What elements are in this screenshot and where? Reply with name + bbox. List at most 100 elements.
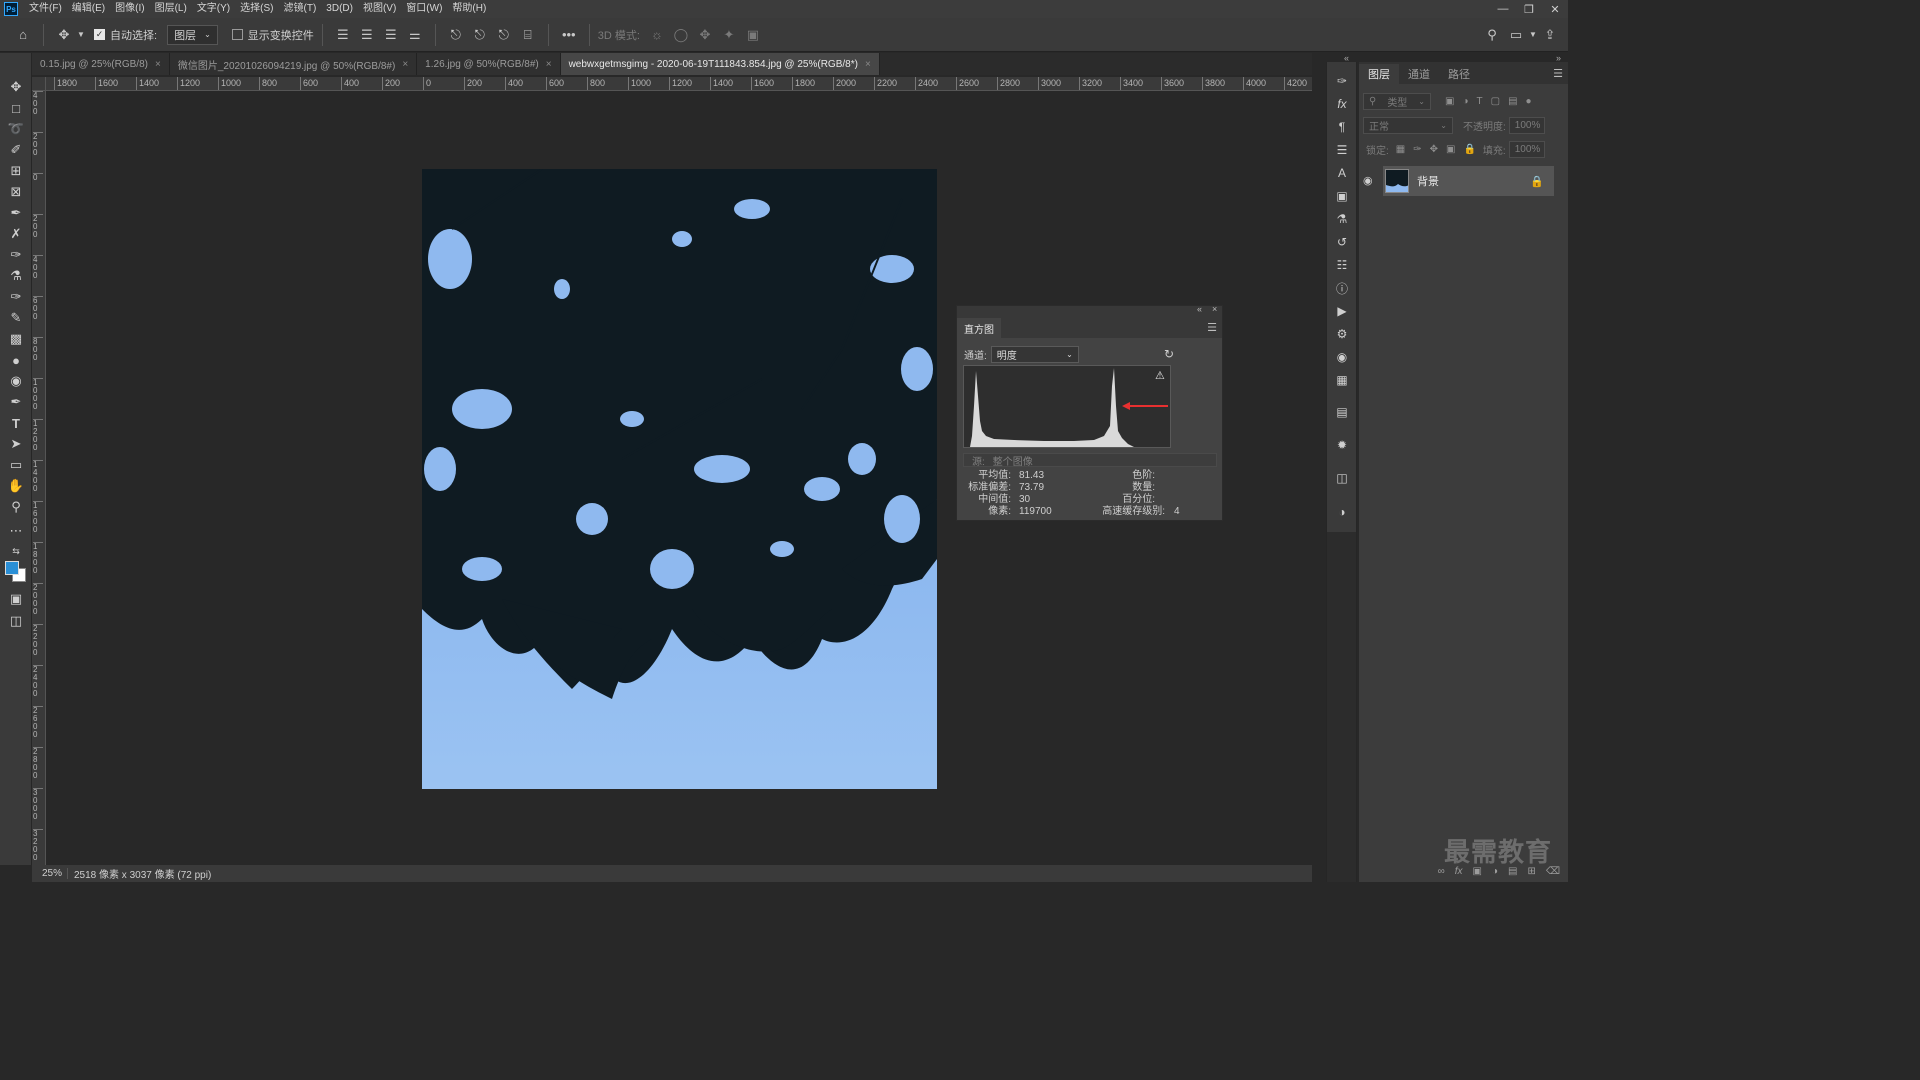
paragraph-icon[interactable]: ¶ — [1332, 118, 1352, 136]
swatches-icon[interactable]: ▦ — [1332, 371, 1352, 389]
channel-dropdown[interactable]: 明度 ⌄ — [990, 346, 1079, 363]
menu-3d[interactable]: 3D(D) — [321, 0, 358, 18]
document-tab[interactable]: 0.15.jpg @ 25%(RGB/8) × — [32, 53, 170, 75]
fill-input[interactable]: 100% — [1508, 140, 1545, 158]
close-panel-icon[interactable]: × — [1212, 304, 1217, 314]
move-tool-icon[interactable]: ✥ — [53, 23, 75, 47]
blend-mode-dropdown[interactable]: 正常 ⌄ — [1363, 116, 1453, 134]
checkbox-checked-icon[interactable]: ✓ — [94, 29, 105, 40]
menu-select[interactable]: 选择(S) — [235, 0, 278, 18]
document-tab-active[interactable]: webwxgetmsgimg - 2020-06-19T111843.854.j… — [560, 53, 880, 75]
styles-fx-icon[interactable]: fx — [1332, 95, 1352, 113]
lock-position-icon[interactable]: ✥ — [1430, 144, 1438, 155]
brush-settings-icon[interactable]: ✑ — [1332, 72, 1352, 90]
filter-smart-object-icon[interactable]: ▤ — [1508, 96, 1517, 107]
type-tool-icon[interactable]: T — [5, 413, 27, 433]
blur-tool-icon[interactable]: ● — [5, 350, 27, 370]
menu-view[interactable]: 视图(V) — [358, 0, 401, 18]
close-tab-icon[interactable]: × — [865, 59, 871, 70]
scale-3d-icon[interactable]: ▣ — [742, 23, 764, 47]
lock-image-icon[interactable]: ✑ — [1413, 144, 1421, 155]
tab-layers[interactable]: 图层 — [1359, 64, 1399, 84]
close-icon[interactable]: ✕ — [1542, 0, 1568, 18]
gradient-tool-icon[interactable]: ▩ — [5, 329, 27, 349]
orbit-3d-icon[interactable]: ☼ — [646, 23, 668, 47]
quick-mask-icon[interactable]: ▣ — [5, 589, 27, 609]
source-dropdown[interactable]: 整个图像 — [993, 453, 1033, 468]
cache-warning-icon[interactable]: ⚠ — [1155, 369, 1165, 382]
filter-pixel-icon[interactable]: ▣ — [1445, 96, 1454, 107]
filter-shape-icon[interactable]: ▢ — [1491, 96, 1500, 107]
minimize-icon[interactable]: — — [1490, 0, 1516, 18]
menu-edit[interactable]: 编辑(E) — [67, 0, 110, 18]
ruler-origin[interactable] — [32, 77, 46, 91]
vertical-ruler[interactable]: 4 0 0 2 0 0 0 2 0 0 4 0 0 6 0 0 8 0 0 1 0 0 0 1 … — [32, 91, 46, 865]
zoom-level[interactable]: 25% — [32, 868, 68, 879]
character-icon[interactable]: A — [1332, 164, 1352, 182]
distribute-horizontal-icon[interactable]: ⌸ — [517, 23, 539, 47]
pen-tool-icon[interactable]: ✒ — [5, 392, 27, 412]
swap-colors-icon[interactable]: ⇆ — [5, 541, 27, 561]
align-top-icon[interactable]: ⎋ — [445, 23, 467, 47]
slide-3d-icon[interactable]: ✦ — [718, 23, 740, 47]
brush-tool-icon[interactable]: ✑ — [5, 245, 27, 265]
history-icon[interactable]: ↺ — [1332, 233, 1352, 251]
notes-icon[interactable]: ▤ — [1332, 403, 1352, 421]
tab-paths[interactable]: 路径 — [1439, 64, 1479, 84]
healing-tool-icon[interactable]: ✗ — [5, 224, 27, 244]
eraser-tool-icon[interactable]: ✎ — [5, 308, 27, 328]
menu-help[interactable]: 帮助(H) — [447, 0, 491, 18]
align-bottom-icon[interactable]: ⎋ — [493, 23, 515, 47]
collapse-panel-icon[interactable]: « — [1197, 304, 1202, 314]
opacity-input[interactable]: 100% — [1508, 116, 1545, 134]
clone-stamp-tool-icon[interactable]: ⚗ — [5, 266, 27, 286]
info-icon[interactable]: ⓘ — [1332, 279, 1352, 297]
channels-icon[interactable]: ☷ — [1332, 256, 1352, 274]
close-tab-icon[interactable]: × — [546, 59, 552, 70]
clone-source-icon[interactable]: ⚗ — [1332, 210, 1352, 228]
workspace-icon[interactable]: ▭ — [1505, 23, 1527, 47]
align-center-icon[interactable]: ☰ — [356, 23, 378, 47]
lock-artboard-icon[interactable]: ▣ — [1446, 144, 1455, 155]
properties-icon[interactable]: ☰ — [1332, 141, 1352, 159]
menu-type[interactable]: 文字(Y) — [192, 0, 235, 18]
marquee-tool-icon[interactable]: □ — [5, 98, 27, 118]
screen-mode-icon[interactable]: ◫ — [5, 611, 27, 631]
actions-play-icon[interactable]: ▶ — [1332, 302, 1352, 320]
align-middle-icon[interactable]: ⎋ — [469, 23, 491, 47]
lock-transparent-icon[interactable]: ▦ — [1396, 144, 1405, 155]
menu-image[interactable]: 图像(I) — [110, 0, 149, 18]
align-right-icon[interactable]: ☰ — [380, 23, 402, 47]
search-icon[interactable]: ⚲ — [1481, 23, 1503, 47]
show-transform-checkbox[interactable]: 显示变换控件 — [231, 27, 314, 43]
menu-layer[interactable]: 图层(L) — [150, 0, 192, 18]
panel-menu-icon[interactable]: ☰ — [1207, 321, 1217, 334]
libraries-icon[interactable]: ▣ — [1332, 187, 1352, 205]
horizontal-ruler[interactable]: 1800 1600 1400 1200 1000 800 600 400 200 0 200 400 6… — [46, 77, 1312, 91]
roll-3d-icon[interactable]: ◯ — [670, 23, 692, 47]
rectangle-tool-icon[interactable]: ▭ — [5, 455, 27, 475]
document-tab[interactable]: 微信图片_20201026094219.jpg @ 50%(RGB/8#) × — [169, 53, 418, 75]
close-tab-icon[interactable]: × — [402, 59, 408, 70]
histogram-panel-icon[interactable]: ◑ — [1332, 503, 1352, 521]
auto-select-dropdown[interactable]: 图层 ⌄ — [167, 24, 218, 45]
menu-window[interactable]: 窗口(W) — [401, 0, 447, 18]
filter-type-icon[interactable]: T — [1477, 96, 1483, 107]
eyedropper-tool-icon[interactable]: ✒ — [5, 203, 27, 223]
checkbox-unchecked-icon[interactable] — [231, 29, 243, 40]
refresh-icon[interactable]: ↻ — [1164, 347, 1174, 361]
path-select-tool-icon[interactable]: ➤ — [5, 434, 27, 454]
layer-filter-dropdown[interactable]: ⚲ 类型 ⌄ — [1363, 92, 1431, 110]
distribute-vertical-icon[interactable]: ⚌ — [404, 23, 426, 47]
document-tab[interactable]: 1.26.jpg @ 50%(RGB/8#) × — [417, 53, 561, 75]
more-options-icon[interactable]: ••• — [558, 23, 580, 47]
navigator-icon[interactable]: ✹ — [1332, 436, 1352, 454]
chevron-down-icon[interactable]: ▼ — [77, 23, 85, 47]
tab-channels[interactable]: 通道 — [1399, 64, 1439, 84]
filter-toggle-icon[interactable]: ● — [1526, 96, 1532, 107]
lasso-tool-icon[interactable]: ➰ — [5, 119, 27, 139]
restore-icon[interactable]: ❐ — [1516, 0, 1542, 18]
zoom-tool-icon[interactable]: ⚲ — [5, 497, 27, 517]
auto-select-checkbox[interactable]: ✓ 自动选择: — [94, 27, 157, 43]
document-info[interactable]: 2518 像素 x 3037 像素 (72 ppi) — [68, 866, 211, 881]
